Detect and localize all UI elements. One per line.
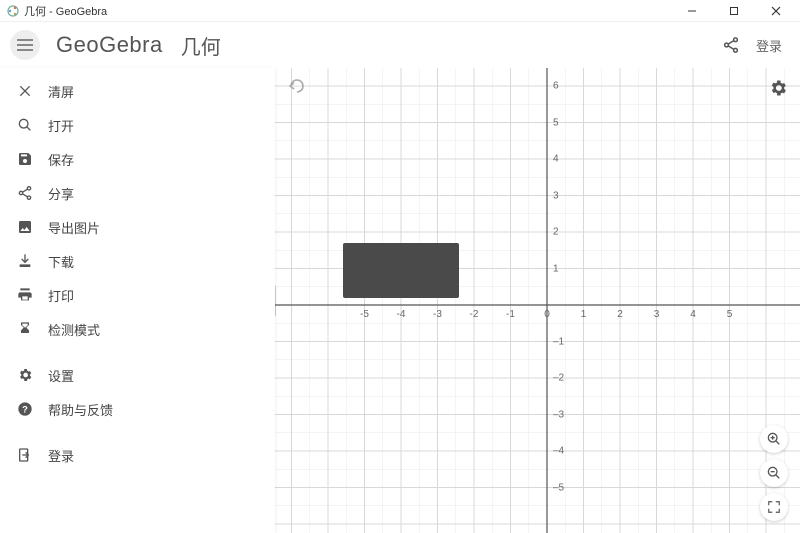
x-tick-label: 4	[690, 309, 696, 320]
menu-item-label: 保存	[48, 150, 74, 169]
maximize-button[interactable]	[722, 2, 746, 20]
save-icon	[14, 151, 36, 167]
brand-logo: GeoGebra	[56, 32, 163, 58]
x-tick-label: -1	[506, 309, 515, 320]
undo-button[interactable]	[287, 78, 307, 99]
menu-item-label: 导出图片	[48, 218, 100, 237]
print-icon	[14, 287, 36, 303]
hamburger-menu-button[interactable]	[10, 30, 40, 60]
y-tick-label: 6	[553, 81, 559, 92]
menu-item-login[interactable]: 登录	[0, 438, 275, 472]
y-tick-label: –1	[553, 336, 564, 347]
menu-item-label: 打开	[48, 116, 74, 135]
login-icon	[14, 447, 36, 463]
sidebar-menu: 清屏 打开 保存 分享 导出图片 下载 打印 检测模式	[0, 68, 275, 533]
x-tick-label: -3	[433, 309, 442, 320]
menu-item-download[interactable]: 下载	[0, 244, 275, 278]
svg-text:?: ?	[22, 404, 28, 414]
menu-item-save[interactable]: 保存	[0, 142, 275, 176]
grid	[275, 68, 800, 533]
menu-item-label: 清屏	[48, 82, 74, 101]
graph-canvas[interactable]: -5 -4 -3 -2 -1 0 1 2 3 4 5 –5 –4 –3 –2 –1 1 2 3 4 5 6	[275, 68, 800, 533]
menu-item-label: 设置	[48, 366, 74, 385]
menu-item-label: 打印	[48, 286, 74, 305]
canvas-settings-button[interactable]	[768, 78, 788, 103]
y-tick-label: 5	[553, 117, 559, 128]
y-tick-label: 4	[553, 154, 559, 165]
window-titlebar: 几何 - GeoGebra	[0, 0, 800, 22]
x-tick-label: 3	[654, 309, 660, 320]
menu-item-label: 检测模式	[48, 320, 100, 339]
help-icon: ?	[14, 401, 36, 417]
menu-item-gear[interactable]: 设置	[0, 358, 275, 392]
menu-item-close[interactable]: 清屏	[0, 74, 275, 108]
x-tick-label: 0	[544, 309, 550, 320]
menu-item-help[interactable]: ? 帮助与反馈	[0, 392, 275, 426]
minimize-button[interactable]	[680, 2, 704, 20]
x-tick-label: 2	[617, 309, 623, 320]
menu-item-hourglass[interactable]: 检测模式	[0, 312, 275, 346]
x-tick-label: -5	[360, 309, 369, 320]
fullscreen-button[interactable]	[760, 493, 788, 521]
window-title: 几何 - GeoGebra	[24, 3, 107, 19]
y-tick-label: 3	[553, 190, 559, 201]
menu-item-label: 登录	[48, 446, 74, 465]
y-tick-label: –3	[553, 409, 564, 420]
gear-icon	[14, 367, 36, 383]
menu-item-label: 下载	[48, 252, 74, 271]
window-controls	[680, 2, 794, 20]
app-header: GeoGebra 几何 登录	[0, 22, 800, 68]
menu-item-print[interactable]: 打印	[0, 278, 275, 312]
main-area: 清屏 打开 保存 分享 导出图片 下载 打印 检测模式	[0, 68, 800, 533]
search-icon	[14, 117, 36, 133]
y-tick-label: –5	[553, 482, 564, 493]
menu-item-share[interactable]: 分享	[0, 176, 275, 210]
x-tick-label: 1	[581, 309, 587, 320]
x-tick-label: -2	[470, 309, 479, 320]
menu-item-search[interactable]: 打开	[0, 108, 275, 142]
x-tick-label: 5	[727, 309, 733, 320]
close-window-button[interactable]	[764, 2, 788, 20]
x-tick-label: -4	[397, 309, 406, 320]
close-icon	[14, 83, 36, 99]
hourglass-icon	[14, 321, 36, 337]
image-icon	[14, 219, 36, 235]
zoom-in-button[interactable]	[760, 425, 788, 453]
y-tick-label: –2	[553, 373, 564, 384]
canvas-tooltip	[343, 243, 460, 298]
y-tick-label: 1	[553, 263, 559, 274]
y-tick-label: –4	[553, 446, 564, 457]
app-favicon	[6, 4, 20, 18]
app-name: 几何	[181, 31, 221, 60]
download-icon	[14, 253, 36, 269]
login-link[interactable]: 登录	[756, 36, 782, 55]
share-button[interactable]	[714, 28, 748, 62]
menu-item-label: 分享	[48, 184, 74, 203]
menu-item-label: 帮助与反馈	[48, 400, 113, 419]
share-icon	[14, 185, 36, 201]
zoom-out-button[interactable]	[760, 459, 788, 487]
menu-item-image[interactable]: 导出图片	[0, 210, 275, 244]
y-tick-label: 2	[553, 227, 559, 238]
